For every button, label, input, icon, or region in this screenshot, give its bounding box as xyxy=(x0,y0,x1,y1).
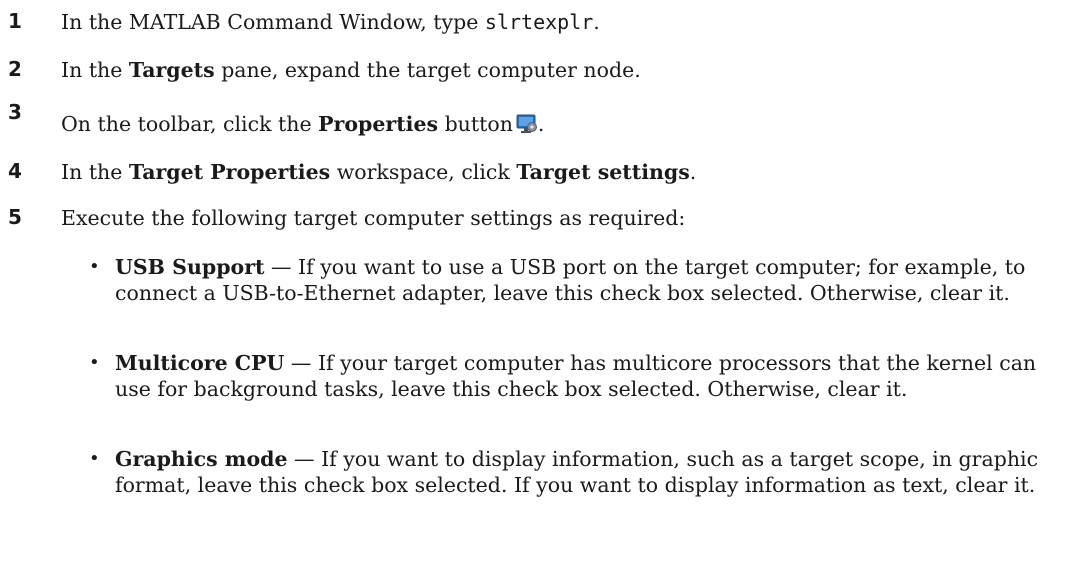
setting-name: USB Support xyxy=(115,255,265,279)
step-text: In the Target Properties workspace, clic… xyxy=(61,160,697,184)
step-text: On the toolbar, click the Properties but… xyxy=(61,112,545,136)
step-text: Execute the following target computer se… xyxy=(61,206,686,230)
bullet-marker: • xyxy=(89,448,100,469)
step-text: In the MATLAB Command Window, type slrte… xyxy=(61,10,600,34)
step-text: In the Targets pane, expand the target c… xyxy=(61,58,641,82)
setting-name: Graphics mode xyxy=(115,447,288,471)
list-item-text: USB Support — If you want to use a USB p… xyxy=(115,255,1026,305)
ui-term: Targets xyxy=(128,58,215,82)
step-number: 3 xyxy=(8,100,22,124)
properties-icon xyxy=(516,112,538,134)
step-number: 5 xyxy=(8,205,22,229)
list-item-text: Graphics mode — If you want to display i… xyxy=(115,447,1039,497)
ui-term: Properties xyxy=(318,112,439,136)
bullet-marker: • xyxy=(89,256,100,277)
setting-name: Multicore CPU xyxy=(115,351,285,375)
step-number: 2 xyxy=(8,57,22,81)
step-number: 4 xyxy=(8,159,22,183)
list-item-text: Multicore CPU — If your target computer … xyxy=(115,351,1037,401)
bullet-marker: • xyxy=(89,352,100,373)
ui-term: Target Properties xyxy=(128,160,331,184)
command-code: slrtexplr xyxy=(484,10,594,34)
step-number: 1 xyxy=(8,9,22,33)
ui-term: Target settings xyxy=(516,160,690,184)
